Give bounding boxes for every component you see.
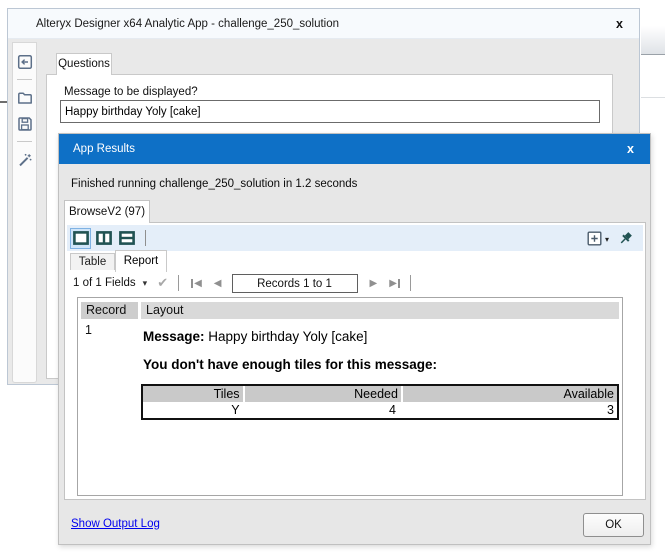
toolbar-separator <box>17 79 32 80</box>
browse-tab-page: ▾ Table Report 1 of 1 Fields ▾ ✔ ◀ ◀ Rec… <box>64 222 646 500</box>
background-divider-left <box>0 101 7 103</box>
toolbar-separator <box>178 275 180 291</box>
previous-record-button[interactable]: ◀ <box>214 278 222 289</box>
insert-pane-icon[interactable] <box>587 231 602 246</box>
message-line: Message: Happy birthday Yoly [cake] <box>143 329 367 344</box>
close-icon[interactable]: x <box>627 134 634 164</box>
warning-text: You don't have enough tiles for this mes… <box>143 357 438 372</box>
tiles-table-header-row: Tiles Needed Available <box>143 386 617 402</box>
back-icon[interactable] <box>15 52 34 71</box>
tiles-table-row: Y 4 3 <box>143 402 617 418</box>
tiles-header: Tiles <box>143 386 243 402</box>
tab-table[interactable]: Table <box>70 253 115 271</box>
available-header: Available <box>402 386 617 402</box>
toolbar-separator <box>17 141 32 142</box>
pane-layout-toolbar: ▾ <box>67 225 643 251</box>
pin-icon[interactable] <box>617 230 634 247</box>
question-label: Message to be displayed? <box>64 86 198 98</box>
needed-cell: 4 <box>388 403 396 417</box>
app-results-titlebar: App Results x <box>59 134 650 164</box>
next-record-button[interactable]: ▶ <box>370 278 378 289</box>
record-navigation-bar: 1 of 1 Fields ▾ ✔ ◀ ◀ Records 1 to 1 ▶ ▶ <box>65 270 645 296</box>
save-icon[interactable] <box>15 114 34 133</box>
column-header-layout: Layout <box>141 302 619 319</box>
tiles-cell: Y <box>231 403 240 417</box>
needed-header: Needed <box>244 386 401 402</box>
run-status-text: Finished running challenge_250_solution … <box>71 178 358 190</box>
background-toolbar-edge <box>641 26 665 55</box>
analytic-app-title: Alteryx Designer x64 Analytic App - chal… <box>36 18 340 30</box>
show-output-log-link[interactable]: Show Output Log <box>71 518 160 530</box>
records-range-box[interactable]: Records 1 to 1 <box>231 273 358 293</box>
view-subtabs: Table Report <box>65 249 645 272</box>
app-results-dialog: App Results x Finished running challenge… <box>58 133 651 545</box>
chevron-down-icon[interactable]: ▾ <box>143 279 148 289</box>
magic-wand-icon[interactable] <box>15 150 34 169</box>
message-label: Message: <box>143 329 205 344</box>
open-folder-icon[interactable] <box>15 88 34 107</box>
last-record-button[interactable]: ▶ <box>389 278 400 289</box>
horizontal-split-pane-icon[interactable] <box>116 228 137 249</box>
column-header-record: Record <box>81 302 138 319</box>
message-input[interactable] <box>60 100 600 123</box>
available-cell: 3 <box>607 403 614 417</box>
single-pane-icon[interactable] <box>70 227 91 249</box>
record-id: 1 <box>85 323 92 337</box>
app-sidebar-toolbar <box>12 42 37 383</box>
background-divider-right <box>641 97 665 98</box>
toolbar-separator <box>145 230 146 246</box>
tab-questions[interactable]: Questions <box>56 53 112 75</box>
toolbar-separator <box>409 275 411 291</box>
message-value: Happy birthday Yoly [cake] <box>208 329 368 344</box>
vertical-split-pane-icon[interactable] <box>93 228 114 249</box>
fields-dropdown[interactable]: 1 of 1 Fields <box>73 277 136 289</box>
analytic-app-titlebar: Alteryx Designer x64 Analytic App - chal… <box>8 9 639 39</box>
tab-report[interactable]: Report <box>115 250 167 272</box>
tiles-table: Tiles Needed Available Y 4 3 <box>141 384 619 420</box>
ok-button[interactable]: OK <box>583 513 644 537</box>
app-results-title: App Results <box>73 143 136 155</box>
first-record-button[interactable]: ◀ <box>191 278 202 289</box>
close-icon[interactable]: x <box>616 9 623 39</box>
report-view: Record Layout 1 Message: Happy birthday … <box>77 297 623 496</box>
tab-browsev2[interactable]: BrowseV2 (97) <box>64 200 150 223</box>
apply-check-icon[interactable]: ✔ <box>157 276 168 291</box>
chevron-down-icon[interactable]: ▾ <box>605 235 609 244</box>
